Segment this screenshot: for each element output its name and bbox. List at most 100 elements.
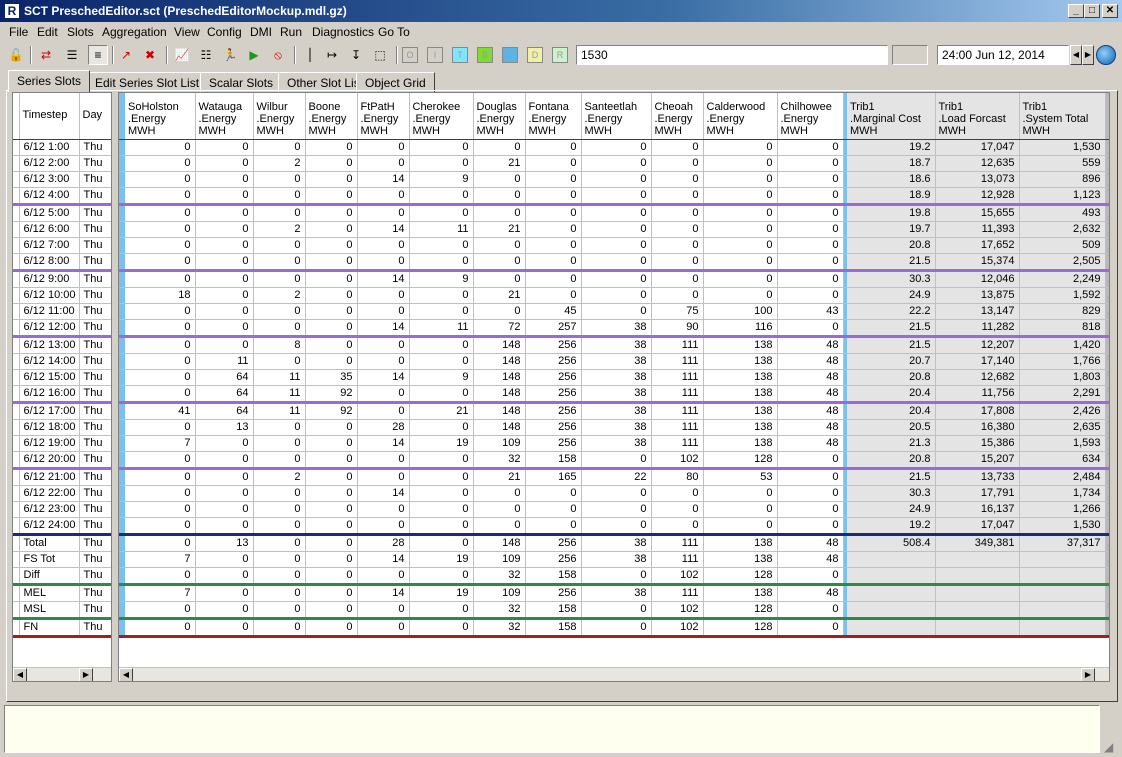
timestep-cell[interactable]: 6/12 14:00	[19, 353, 80, 370]
slot-column-header[interactable]: Douglas .Energy MWH	[473, 93, 526, 140]
energy-cell[interactable]: 102	[651, 618, 704, 638]
slot-column-header[interactable]: Boone .Energy MWH	[305, 93, 358, 140]
energy-cell[interactable]: 0	[195, 336, 254, 354]
plot-icon[interactable]: ⇄	[36, 45, 56, 65]
energy-cell[interactable]: 0	[195, 601, 254, 620]
energy-cell[interactable]: 0	[305, 270, 358, 288]
energy-cell[interactable]: 0	[195, 204, 254, 222]
summary-cell[interactable]: 18.9	[847, 187, 936, 206]
energy-cell[interactable]: 111	[651, 402, 704, 420]
menu-dmi[interactable]: DMI	[250, 25, 272, 39]
energy-cell[interactable]: 0	[473, 139, 526, 156]
slot-column-header[interactable]: Calderwood .Energy MWH	[703, 93, 778, 140]
energy-cell[interactable]: 0	[581, 451, 652, 470]
energy-cell[interactable]: 21	[473, 468, 526, 486]
summary-cell[interactable]	[847, 567, 936, 586]
energy-cell[interactable]: 9	[409, 171, 474, 188]
slot-column-header[interactable]: Chilhowee .Energy MWH	[777, 93, 844, 140]
energy-cell[interactable]: 102	[651, 451, 704, 470]
energy-cell[interactable]: 28	[357, 534, 410, 552]
menu-aggregation[interactable]: Aggregation	[102, 25, 167, 39]
energy-cell[interactable]: 0	[125, 270, 196, 288]
energy-cell[interactable]: 0	[525, 204, 582, 222]
energy-cell[interactable]: 0	[581, 485, 652, 502]
energy-cell[interactable]: 0	[581, 221, 652, 238]
energy-cell[interactable]: 0	[703, 253, 778, 272]
summary-cell[interactable]	[935, 567, 1020, 586]
energy-cell[interactable]: 0	[651, 501, 704, 518]
energy-cell[interactable]: 0	[305, 435, 358, 452]
energy-cell[interactable]: 138	[703, 435, 778, 452]
timestep-cell[interactable]: 6/12 21:00	[19, 468, 80, 486]
energy-cell[interactable]: 0	[195, 551, 254, 568]
summary-cell[interactable]	[935, 601, 1020, 620]
energy-cell[interactable]: 38	[581, 385, 652, 404]
energy-cell[interactable]: 148	[473, 336, 526, 354]
timestep-cell[interactable]: 6/12 11:00	[19, 303, 80, 320]
run-icon[interactable]: ▶	[244, 45, 264, 65]
energy-cell[interactable]: 0	[777, 139, 844, 156]
energy-cell[interactable]: 0	[125, 353, 196, 370]
energy-cell[interactable]: 0	[195, 187, 254, 206]
menu-file[interactable]: File	[9, 25, 28, 39]
energy-cell[interactable]: 148	[473, 385, 526, 404]
energy-cell[interactable]: 0	[409, 485, 474, 502]
energy-cell[interactable]: 0	[305, 287, 358, 304]
energy-cell[interactable]: 38	[581, 336, 652, 354]
day-cell[interactable]: Thu	[79, 270, 111, 288]
energy-cell[interactable]: 0	[409, 419, 474, 436]
energy-cell[interactable]: 0	[305, 221, 358, 238]
energy-cell[interactable]: 0	[777, 501, 844, 518]
energy-cell[interactable]: 0	[195, 303, 254, 320]
right-horizontal-scrollbar[interactable]: ◀ ▶	[119, 667, 1109, 681]
summary-cell[interactable]: 21.5	[847, 253, 936, 272]
summary-cell[interactable]: 2,249	[1019, 270, 1106, 288]
energy-cell[interactable]: 0	[473, 270, 526, 288]
day-cell[interactable]: Thu	[79, 369, 111, 386]
energy-cell[interactable]: 0	[125, 303, 196, 320]
energy-cell[interactable]: 14	[357, 171, 410, 188]
energy-cell[interactable]: 9	[409, 369, 474, 386]
energy-cell[interactable]: 13	[195, 419, 254, 436]
energy-cell[interactable]: 14	[357, 584, 410, 602]
energy-cell[interactable]: 0	[409, 204, 474, 222]
energy-cell[interactable]: 22	[581, 468, 652, 486]
energy-cell[interactable]: 35	[305, 369, 358, 386]
day-cell[interactable]: Thu	[79, 187, 111, 206]
energy-cell[interactable]: 0	[253, 501, 306, 518]
energy-cell[interactable]: 80	[651, 468, 704, 486]
energy-cell[interactable]: 92	[305, 385, 358, 404]
energy-cell[interactable]: 0	[253, 517, 306, 536]
energy-cell[interactable]: 0	[125, 155, 196, 172]
energy-cell[interactable]: 48	[777, 385, 844, 404]
energy-cell[interactable]: 0	[525, 221, 582, 238]
energy-cell[interactable]: 0	[651, 237, 704, 254]
energy-cell[interactable]: 0	[409, 601, 474, 620]
timestep-cell[interactable]: 6/12 1:00	[19, 139, 80, 156]
energy-cell[interactable]: 0	[777, 451, 844, 470]
summary-cell[interactable]: 896	[1019, 171, 1106, 188]
timestep-cell[interactable]: 6/12 24:00	[19, 517, 80, 536]
energy-cell[interactable]: 48	[777, 369, 844, 386]
summary-cell[interactable]: 20.8	[847, 369, 936, 386]
summary-cell[interactable]	[935, 618, 1020, 638]
energy-cell[interactable]: 0	[253, 204, 306, 222]
timestep-cell[interactable]: 6/12 20:00	[19, 451, 80, 470]
energy-cell[interactable]: 0	[305, 534, 358, 552]
energy-cell[interactable]: 0	[651, 171, 704, 188]
energy-cell[interactable]: 0	[409, 567, 474, 586]
energy-cell[interactable]: 0	[473, 237, 526, 254]
energy-cell[interactable]: 0	[357, 501, 410, 518]
energy-cell[interactable]: 0	[305, 551, 358, 568]
energy-cell[interactable]: 0	[525, 253, 582, 272]
energy-cell[interactable]: 2	[253, 468, 306, 486]
tab-scalar-slots[interactable]: Scalar Slots	[200, 72, 283, 92]
summary-cell[interactable]	[1019, 551, 1106, 568]
summary-cell[interactable]: 829	[1019, 303, 1106, 320]
summary-cell[interactable]	[935, 584, 1020, 602]
energy-cell[interactable]: 0	[473, 204, 526, 222]
energy-cell[interactable]: 0	[253, 601, 306, 620]
energy-cell[interactable]: 138	[703, 534, 778, 552]
energy-cell[interactable]: 0	[305, 155, 358, 172]
summary-cell[interactable]: 15,655	[935, 204, 1020, 222]
